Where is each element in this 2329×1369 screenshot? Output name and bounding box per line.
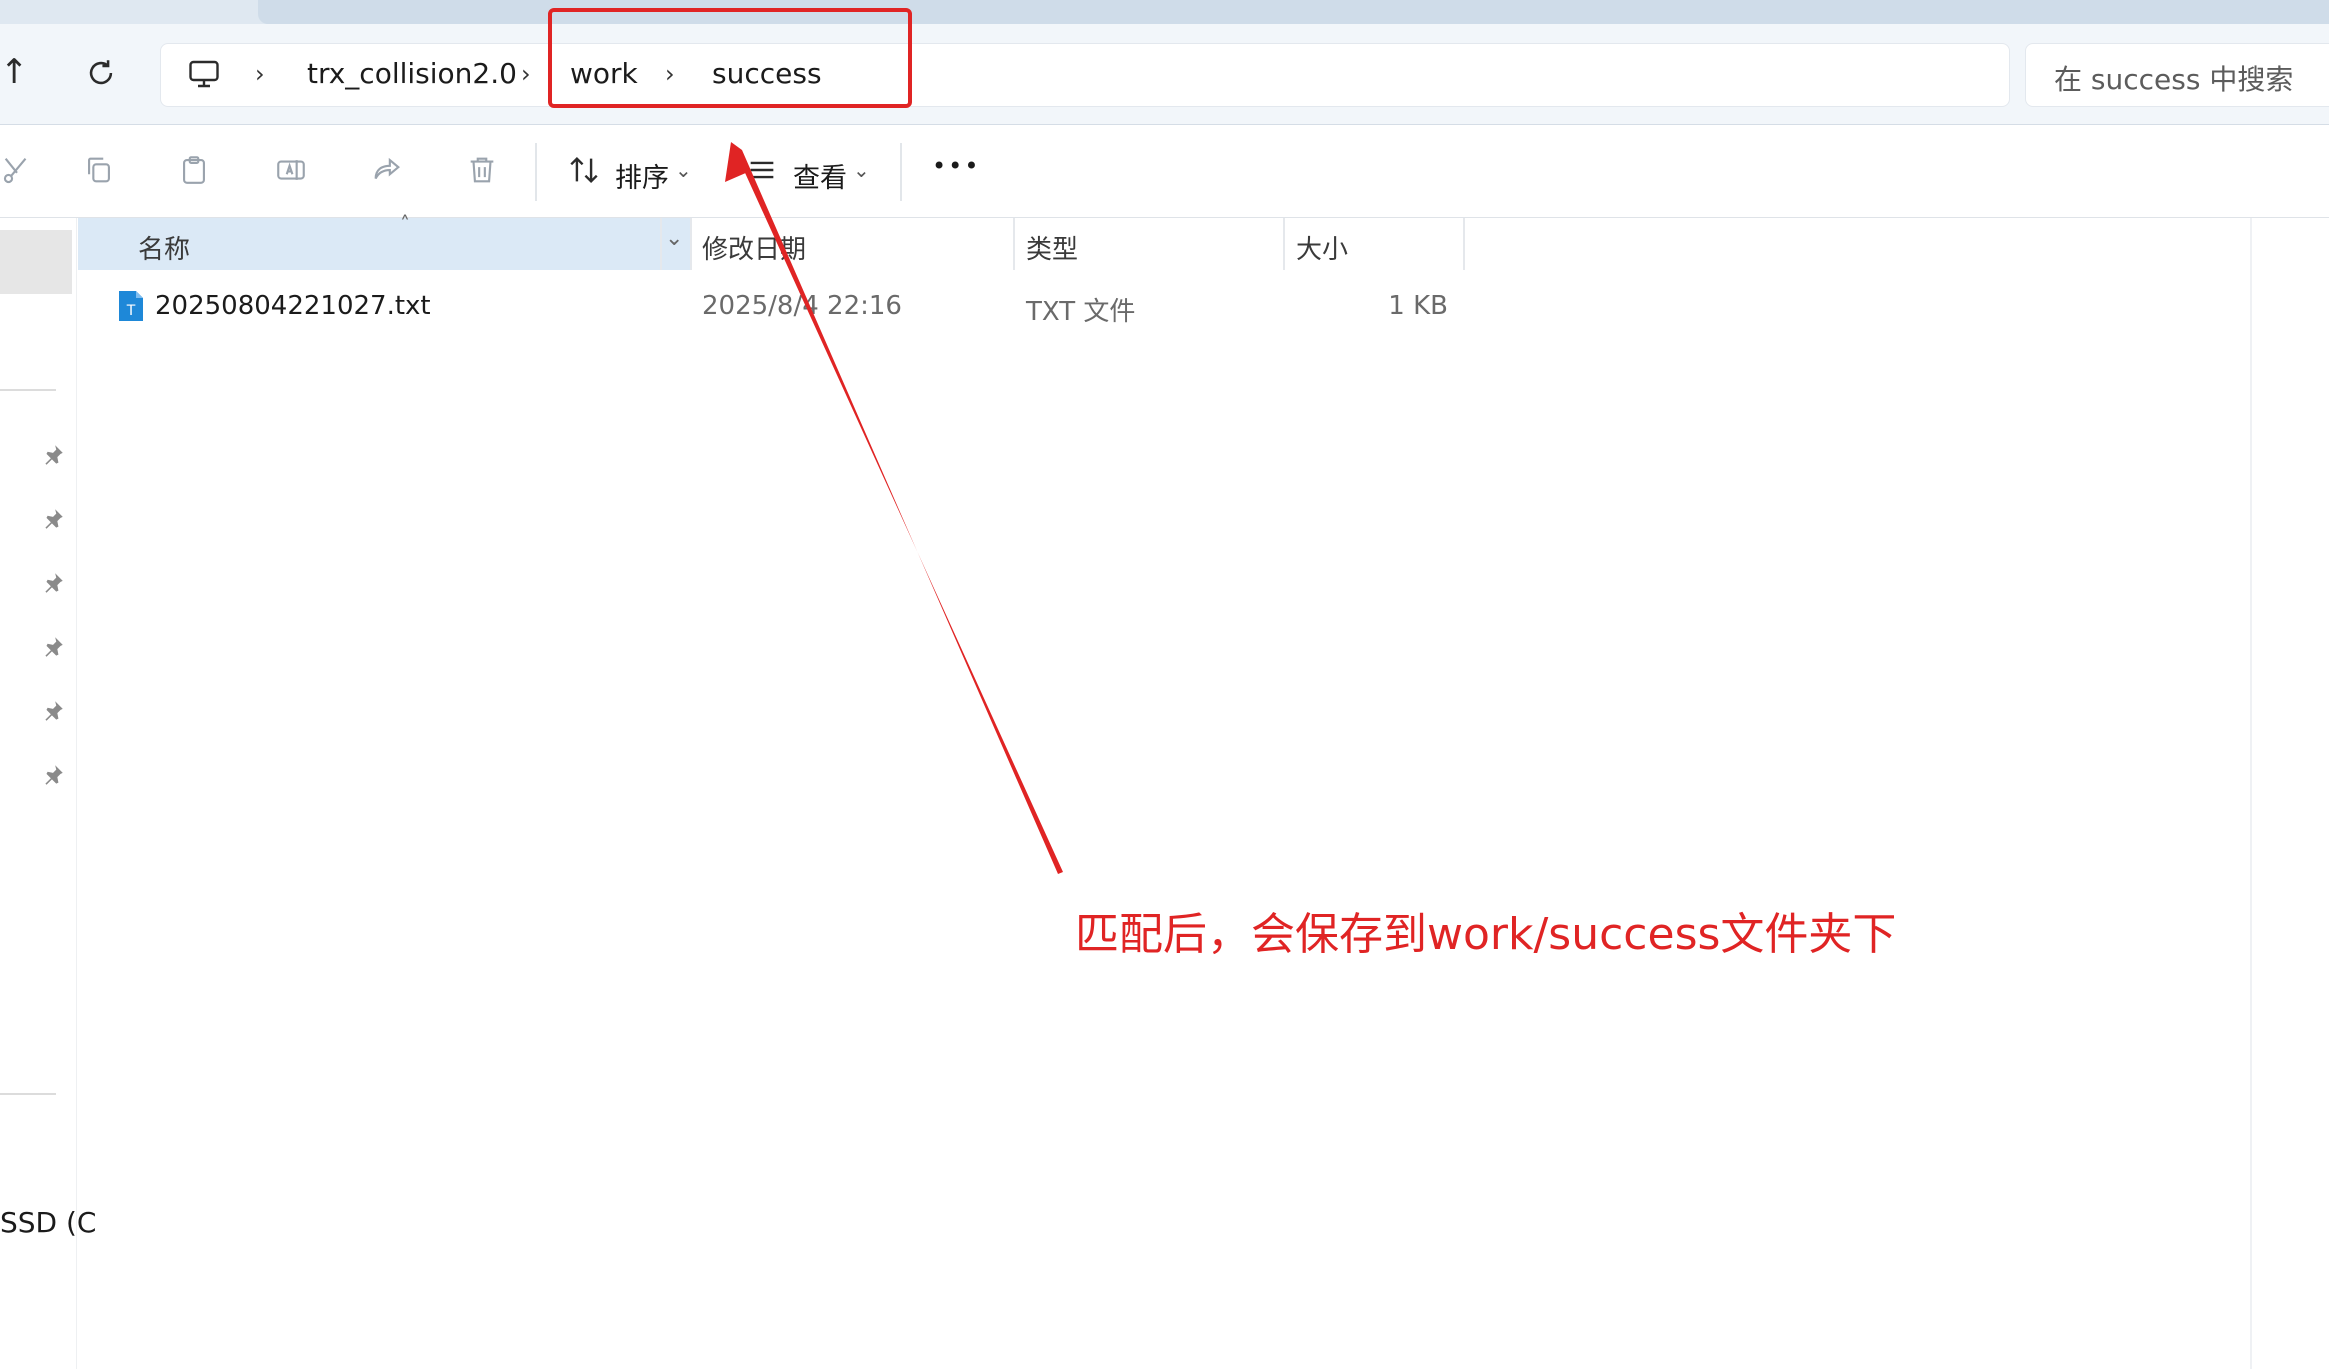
file-modified-date: 2025/8/4 22:16 <box>702 291 902 321</box>
file-type: TXT 文件 <box>1026 297 1136 327</box>
sort-icon[interactable] <box>567 153 601 187</box>
share-icon[interactable] <box>370 153 404 187</box>
copy-icon[interactable] <box>82 153 116 187</box>
column-divider[interactable] <box>660 218 662 270</box>
pin-icon[interactable] <box>40 570 66 596</box>
command-bar <box>0 125 2329 218</box>
pin-icon[interactable] <box>40 762 66 788</box>
chevron-down-icon[interactable]: ⌄ <box>675 158 692 182</box>
column-header-name[interactable]: 名称 <box>138 229 190 266</box>
sidebar-divider <box>0 389 56 391</box>
search-box[interactable]: 在 success 中搜索 <box>2025 43 2329 107</box>
column-divider[interactable] <box>690 218 692 270</box>
chevron-down-icon[interactable]: ⌄ <box>665 226 683 251</box>
column-header-size[interactable]: 大小 <box>1296 229 1348 266</box>
file-name[interactable]: 20250804221027.txt <box>155 291 431 321</box>
paste-icon[interactable] <box>177 153 211 187</box>
column-divider[interactable] <box>1283 218 1285 270</box>
annotation-text: 匹配后，会保存到work/success文件夹下 <box>1075 909 1897 960</box>
breadcrumb-separator-icon[interactable]: › <box>521 57 531 91</box>
this-pc-icon[interactable] <box>186 56 222 92</box>
pin-icon[interactable] <box>40 506 66 532</box>
column-header-modified[interactable]: 修改日期 <box>702 229 806 266</box>
chevron-down-icon[interactable]: ⌄ <box>853 158 870 182</box>
pane-edge <box>2250 218 2252 1369</box>
search-input[interactable]: 在 success 中搜索 <box>2054 58 2293 98</box>
refresh-icon[interactable] <box>84 56 118 90</box>
sort-ascending-icon: ˄ <box>400 212 410 236</box>
sort-button[interactable]: 排序 <box>615 156 669 195</box>
sidebar-item-selected[interactable] <box>0 230 72 294</box>
view-button[interactable]: 查看 <box>793 156 847 195</box>
rename-icon[interactable] <box>274 153 308 187</box>
pin-icon[interactable] <box>40 442 66 468</box>
column-header-type[interactable]: 类型 <box>1026 229 1078 266</box>
pin-icon[interactable] <box>40 698 66 724</box>
cut-icon[interactable] <box>0 153 34 187</box>
column-divider[interactable] <box>1013 218 1015 270</box>
breadcrumb-trx-collision[interactable]: trx_collision2.0 <box>307 57 517 91</box>
annotation-highlight-box <box>548 8 912 108</box>
up-arrow-icon[interactable]: ↑ <box>0 55 29 89</box>
more-options-button[interactable]: ••• <box>932 152 980 180</box>
breadcrumb-separator-icon[interactable]: › <box>255 57 265 91</box>
txt-file-icon: T <box>117 289 145 323</box>
txt-file-icon-letter: T <box>126 303 136 319</box>
sidebar-item-ssd-drive[interactable]: SSD (C <box>0 1206 96 1239</box>
view-icon[interactable] <box>745 153 779 187</box>
pin-icon[interactable] <box>40 634 66 660</box>
file-size: 1 KB <box>1388 291 1448 321</box>
column-divider[interactable] <box>1463 218 1465 270</box>
delete-icon[interactable] <box>465 153 499 187</box>
toolbar-divider <box>535 143 537 201</box>
toolbar-divider <box>900 143 902 201</box>
sidebar-divider <box>0 1093 56 1095</box>
